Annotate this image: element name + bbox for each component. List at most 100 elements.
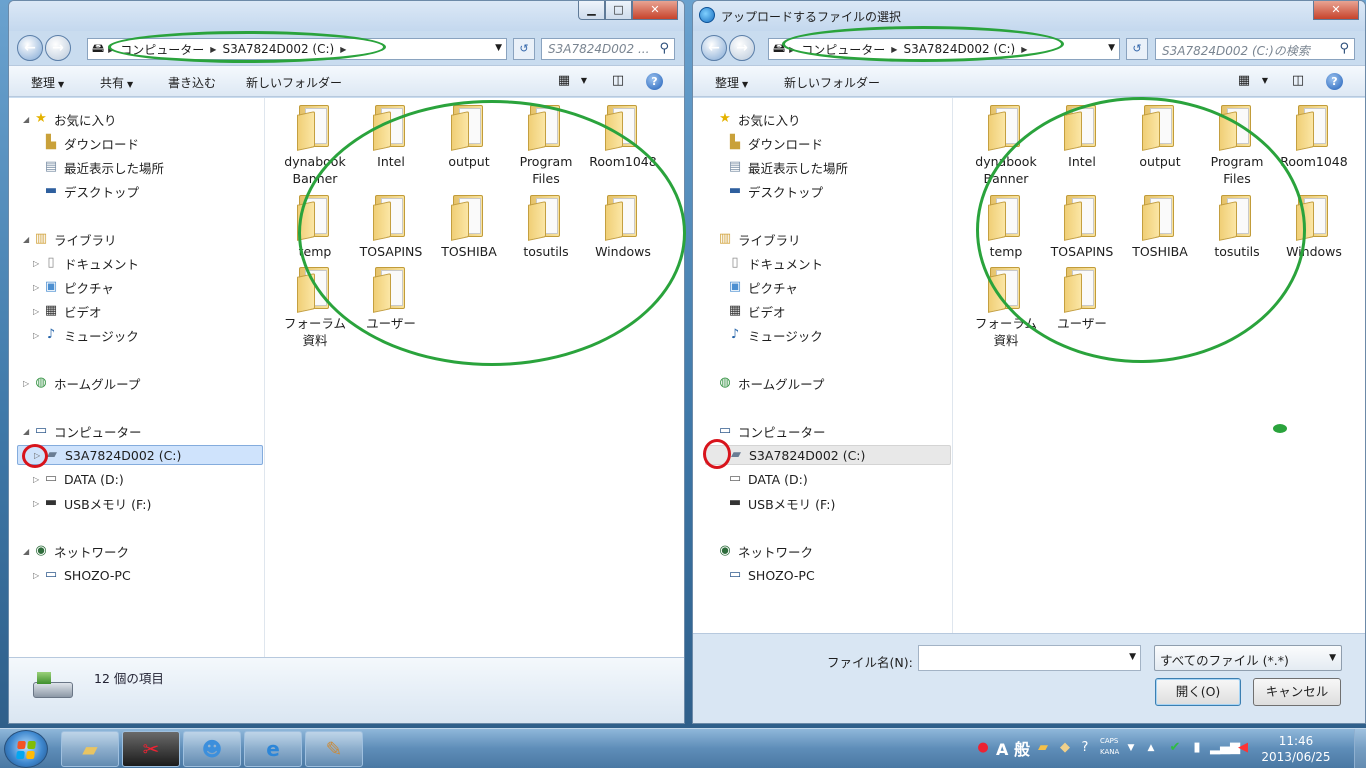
chevron-down-icon[interactable]: ▼	[1108, 43, 1115, 53]
folder-item[interactable]: フォーラム 資料	[276, 267, 354, 349]
nav-music[interactable]: ▷ ♪ ミュージック	[33, 325, 139, 345]
view-options-icon[interactable]: ▦	[555, 72, 573, 90]
nav-drive-c[interactable]: ▷ ▰ S3A7824D002 (C:)	[17, 445, 263, 465]
expand-arrow-icon[interactable]: ▷	[33, 499, 43, 508]
cancel-button[interactable]: キャンセル	[1253, 678, 1341, 706]
file-type-select[interactable]: すべてのファイル (*.*) ▼	[1154, 645, 1342, 671]
address-bar[interactable]: 🖴 ▶ コンピューター ▶ S3A7824D002 (C:) ▶ ▼	[87, 38, 507, 60]
folder-item[interactable]: output	[1121, 105, 1199, 170]
breadcrumb-drive[interactable]: S3A7824D002 (C:)	[222, 42, 334, 56]
help-icon[interactable]: ?	[1326, 73, 1343, 90]
nav-homegroup[interactable]: ◍ ホームグループ	[717, 373, 824, 393]
nav-pc[interactable]: ▷ ▭ SHOZO-PC	[33, 565, 131, 585]
nav-drive-d[interactable]: ▭ DATA (D:)	[727, 469, 808, 489]
expand-arrow-icon[interactable]: ▷	[23, 379, 33, 388]
taskbar-app[interactable]: ✂	[122, 731, 180, 767]
breadcrumb-computer[interactable]: コンピューター	[120, 41, 204, 58]
nav-videos[interactable]: ▦ ビデオ	[727, 301, 786, 321]
nav-downloads[interactable]: ▙ ダウンロード	[43, 133, 139, 153]
nav-pictures[interactable]: ▷ ▣ ピクチャ	[33, 277, 114, 297]
organize-button[interactable]: 整理 ▼	[715, 74, 748, 91]
nav-favorites[interactable]: ★ お気に入り	[717, 109, 800, 129]
filename-input[interactable]: ▼	[918, 645, 1141, 671]
nav-drive-f[interactable]: ▷ ▬ USBメモリ (F:)	[33, 493, 151, 513]
folder-item[interactable]: TOSAPINS	[352, 195, 430, 260]
taskbar-people[interactable]: ☻	[183, 731, 241, 767]
folder-item[interactable]: TOSHIBA	[430, 195, 508, 260]
show-desktop-button[interactable]	[1354, 729, 1366, 768]
expand-arrow-icon[interactable]: ▷	[33, 259, 43, 268]
nav-network[interactable]: ◢ ◉ ネットワーク	[23, 541, 129, 561]
expand-arrow-icon[interactable]: ◢	[23, 235, 33, 244]
expand-arrow-icon[interactable]: ▷	[33, 475, 43, 484]
ime-tool-icon[interactable]: ▰	[1034, 739, 1052, 757]
expand-arrow-icon[interactable]: ▷	[34, 451, 44, 460]
refresh-button[interactable]: ↺	[1126, 38, 1148, 60]
share-button[interactable]: 共有 ▼	[100, 74, 133, 91]
breadcrumb-computer[interactable]: コンピューター	[801, 41, 885, 58]
nav-desktop[interactable]: ▬ デスクトップ	[43, 181, 139, 201]
address-bar[interactable]: 🖴 ▶ コンピューター ▶ S3A7824D002 (C:) ▶ ▼	[768, 38, 1120, 60]
folder-item[interactable]: フォーラム 資料	[967, 267, 1045, 349]
volume-muted-icon[interactable]: ◀	[1234, 739, 1252, 757]
nav-computer[interactable]: ▭ コンピューター	[717, 421, 826, 441]
expand-arrow-icon[interactable]: ▷	[33, 331, 43, 340]
nav-computer[interactable]: ◢ ▭ コンピューター	[23, 421, 142, 441]
chevron-down-icon[interactable]: ▼	[1122, 739, 1140, 757]
nav-pc[interactable]: ▭ SHOZO-PC	[727, 565, 815, 585]
expand-arrow-icon[interactable]: ▷	[33, 283, 43, 292]
folder-item[interactable]: dynabook Banner	[276, 105, 354, 187]
folder-item[interactable]: Windows	[584, 195, 662, 260]
view-options-icon[interactable]: ▦	[1235, 72, 1253, 90]
new-folder-button[interactable]: 新しいフォルダー	[784, 74, 880, 91]
forward-button[interactable]: →	[729, 35, 755, 61]
chevron-down-icon[interactable]: ▼	[495, 43, 502, 53]
folder-item[interactable]: tosutils	[507, 195, 585, 260]
start-button[interactable]	[4, 730, 48, 768]
folder-item[interactable]: output	[430, 105, 508, 170]
close-button[interactable]: ✕	[1313, 1, 1359, 20]
expand-arrow-icon[interactable]: ▷	[33, 571, 43, 580]
folder-item[interactable]: Intel	[1043, 105, 1121, 170]
folder-item[interactable]: Room1048	[1275, 105, 1353, 170]
minimize-button[interactable]: ▁	[578, 1, 605, 20]
nav-libraries[interactable]: ▥ ライブラリ	[717, 229, 801, 249]
folder-item[interactable]: ユーザー	[352, 267, 430, 332]
back-button[interactable]: ←	[701, 35, 727, 61]
folder-item[interactable]: dynabook Banner	[967, 105, 1045, 187]
new-folder-button[interactable]: 新しいフォルダー	[246, 74, 342, 91]
nav-favorites[interactable]: ◢ ★ お気に入り	[23, 109, 117, 129]
burn-button[interactable]: 書き込む	[168, 74, 216, 91]
forward-button[interactable]: →	[45, 35, 71, 61]
nav-network[interactable]: ◉ ネットワーク	[717, 541, 813, 561]
nav-pictures[interactable]: ▣ ピクチャ	[727, 277, 798, 297]
folder-item[interactable]: temp	[276, 195, 354, 260]
chevron-down-icon[interactable]: ▼	[575, 72, 593, 90]
nav-recent[interactable]: ▤ 最近表示した場所	[43, 157, 164, 177]
nav-music[interactable]: ♪ ミュージック	[727, 325, 823, 345]
ime-indicator[interactable]: A 般	[996, 736, 1030, 760]
chevron-down-icon[interactable]: ▼	[1129, 652, 1136, 662]
nav-videos[interactable]: ▷ ▦ ビデオ	[33, 301, 102, 321]
expand-arrow-icon[interactable]: ▷	[33, 307, 43, 316]
breadcrumb-drive[interactable]: S3A7824D002 (C:)	[903, 42, 1015, 56]
explorer-titlebar[interactable]: ▁ □ ✕	[9, 1, 684, 31]
nav-recent[interactable]: ▤ 最近表示した場所	[727, 157, 848, 177]
refresh-button[interactable]: ↺	[513, 38, 535, 60]
folder-item[interactable]: Room1048	[584, 105, 662, 170]
battery-icon[interactable]: ▮	[1188, 739, 1206, 757]
security-icon[interactable]: ●	[974, 739, 992, 757]
expand-arrow-icon[interactable]: ◢	[23, 547, 33, 556]
nav-drive-d[interactable]: ▷ ▭ DATA (D:)	[33, 469, 124, 489]
taskbar-paint[interactable]: ✎	[305, 731, 363, 767]
clock[interactable]: 11:46 2013/06/25	[1256, 733, 1336, 765]
folder-item[interactable]: tosutils	[1198, 195, 1276, 260]
chevron-down-icon[interactable]: ▼	[1256, 72, 1274, 90]
folder-item[interactable]: TOSAPINS	[1043, 195, 1121, 260]
nav-libraries[interactable]: ◢ ▥ ライブラリ	[23, 229, 117, 249]
back-button[interactable]: ←	[17, 35, 43, 61]
folder-item[interactable]: TOSHIBA	[1121, 195, 1199, 260]
taskbar-internet-explorer[interactable]: e	[244, 731, 302, 767]
chevron-up-icon[interactable]: ▲	[1142, 739, 1160, 757]
taskbar-explorer[interactable]: ▰	[61, 731, 119, 767]
